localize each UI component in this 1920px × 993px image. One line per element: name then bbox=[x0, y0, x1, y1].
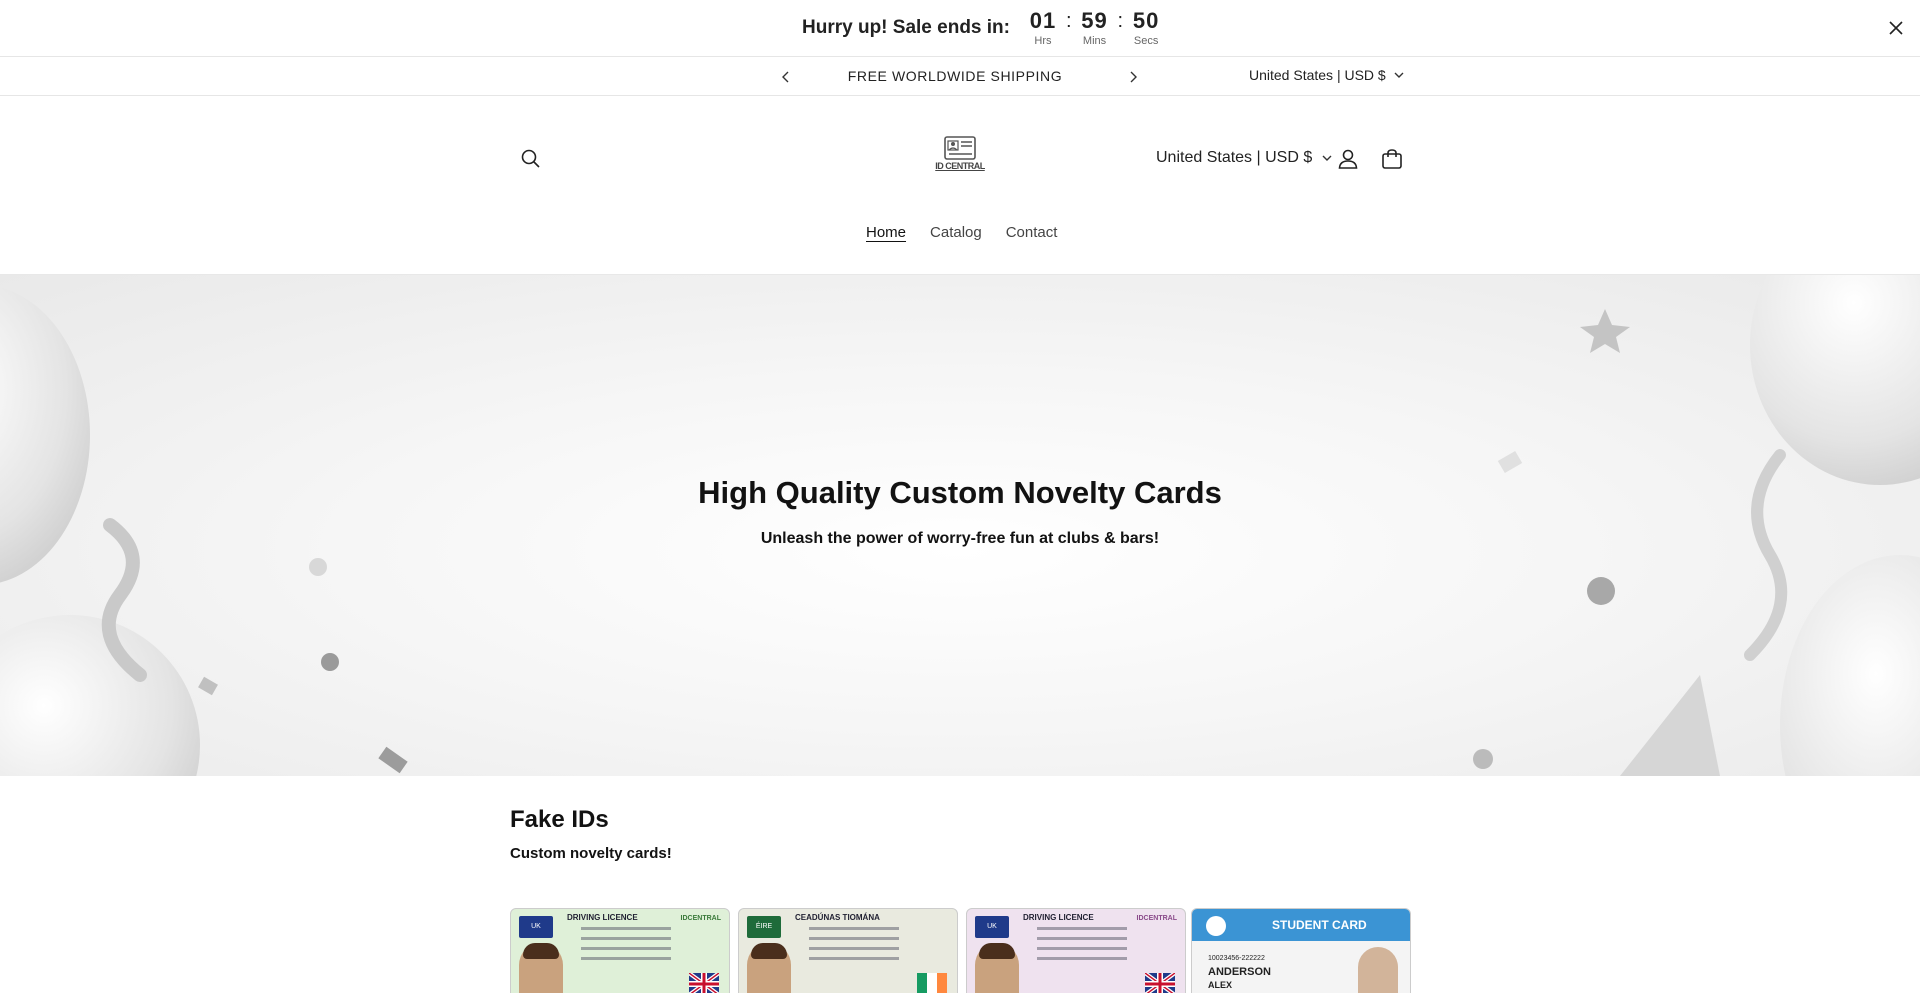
nav-item-contact[interactable]: Contact bbox=[1006, 224, 1058, 241]
site-header: ID CENTRAL United States | USD $ Home Ca… bbox=[0, 96, 1920, 275]
ireland-flag-icon bbox=[917, 973, 947, 993]
party-decoration-image bbox=[0, 275, 1920, 776]
uk-flag-icon bbox=[1145, 973, 1175, 993]
announcement-text: FREE WORLDWIDE SHIPPING bbox=[847, 68, 1063, 84]
card-title: CEADÚNAS TIOMÁNA bbox=[795, 913, 880, 922]
countdown-separator: : bbox=[1065, 10, 1072, 32]
countdown-minutes: 59 Mins bbox=[1080, 8, 1110, 47]
chevron-right-icon[interactable] bbox=[1123, 67, 1143, 87]
product-card[interactable]: UK DRIVING LICENCE IDCENTRAL bbox=[966, 908, 1186, 993]
locale-label: United States | USD $ bbox=[1249, 67, 1386, 83]
card-details bbox=[581, 927, 671, 967]
card-brand: IDCENTRAL bbox=[680, 915, 721, 922]
locale-selector-header[interactable]: United States | USD $ bbox=[1156, 149, 1332, 167]
student-given-name: ALEX bbox=[1208, 980, 1233, 990]
card-country-badge: UK bbox=[519, 916, 553, 938]
countdown-bar: Hurry up! Sale ends in: 01 Hrs : 59 Mins… bbox=[0, 0, 1920, 57]
countdown-minutes-value: 59 bbox=[1081, 8, 1108, 33]
countdown-hours-caption: Hrs bbox=[1034, 35, 1052, 47]
collection-subtitle: Custom novelty cards! bbox=[510, 845, 672, 862]
main-nav: Home Catalog Contact bbox=[866, 224, 1057, 241]
hero-subtitle: Unleash the power of worry-free fun at c… bbox=[760, 530, 1160, 547]
countdown-hours: 01 Hrs bbox=[1028, 8, 1058, 47]
card-country-badge: ÉIRE bbox=[747, 916, 781, 938]
product-card[interactable]: ÉIRE CEADÚNAS TIOMÁNA bbox=[738, 908, 958, 993]
card-details bbox=[1037, 927, 1127, 967]
card-title: STUDENT CARD bbox=[1272, 918, 1367, 932]
countdown-timer: Hurry up! Sale ends in: 01 Hrs : 59 Mins… bbox=[802, 8, 1161, 47]
account-icon[interactable] bbox=[1336, 147, 1360, 171]
nav-item-home[interactable]: Home bbox=[866, 224, 906, 241]
countdown-minutes-caption: Mins bbox=[1082, 35, 1107, 47]
hero-banner: High Quality Custom Novelty Cards Unleas… bbox=[0, 275, 1920, 776]
nav-item-catalog[interactable]: Catalog bbox=[930, 224, 982, 241]
card-photo bbox=[519, 943, 563, 993]
locale-label: United States | USD $ bbox=[1156, 149, 1313, 166]
card-title: DRIVING LICENCE bbox=[1023, 913, 1094, 922]
student-id: 10023456-222222 bbox=[1208, 955, 1265, 962]
card-brand: IDCENTRAL bbox=[1136, 915, 1177, 922]
collection-title: Fake IDs bbox=[510, 806, 609, 833]
logo[interactable]: ID CENTRAL bbox=[935, 135, 985, 177]
announcement-bar: FREE WORLDWIDE SHIPPING United States | … bbox=[0, 57, 1920, 96]
school-logo-icon bbox=[1206, 916, 1226, 936]
logo-text: ID CENTRAL bbox=[935, 161, 985, 171]
card-country-badge: UK bbox=[975, 916, 1009, 938]
countdown-seconds: 50 Secs bbox=[1131, 8, 1161, 47]
countdown-separator: : bbox=[1117, 10, 1124, 32]
chevron-down-icon bbox=[1394, 72, 1404, 78]
chevron-left-icon[interactable] bbox=[776, 67, 796, 87]
countdown-seconds-value: 50 bbox=[1132, 8, 1160, 33]
card-details bbox=[809, 927, 899, 967]
card-photo bbox=[747, 943, 791, 993]
card-photo bbox=[1358, 947, 1398, 993]
search-icon[interactable] bbox=[519, 147, 543, 171]
card-title: DRIVING LICENCE bbox=[567, 913, 638, 922]
cart-icon[interactable] bbox=[1380, 147, 1404, 171]
countdown-label: Hurry up! Sale ends in: bbox=[802, 17, 1010, 38]
card-photo bbox=[975, 943, 1019, 993]
chevron-down-icon bbox=[1322, 155, 1332, 161]
hero-title: High Quality Custom Novelty Cards bbox=[698, 475, 1222, 510]
locale-selector-top[interactable]: United States | USD $ bbox=[1249, 67, 1404, 83]
product-card[interactable]: STUDENT CARD 10023456-222222 ANDERSON AL… bbox=[1191, 908, 1411, 993]
countdown-seconds-caption: Secs bbox=[1133, 35, 1159, 47]
countdown-hours-value: 01 bbox=[1029, 8, 1057, 33]
product-card[interactable]: UK DRIVING LICENCE IDCENTRAL bbox=[510, 908, 730, 993]
uk-flag-icon bbox=[689, 973, 719, 993]
student-surname: ANDERSON bbox=[1208, 966, 1271, 978]
close-icon[interactable] bbox=[1884, 16, 1908, 40]
